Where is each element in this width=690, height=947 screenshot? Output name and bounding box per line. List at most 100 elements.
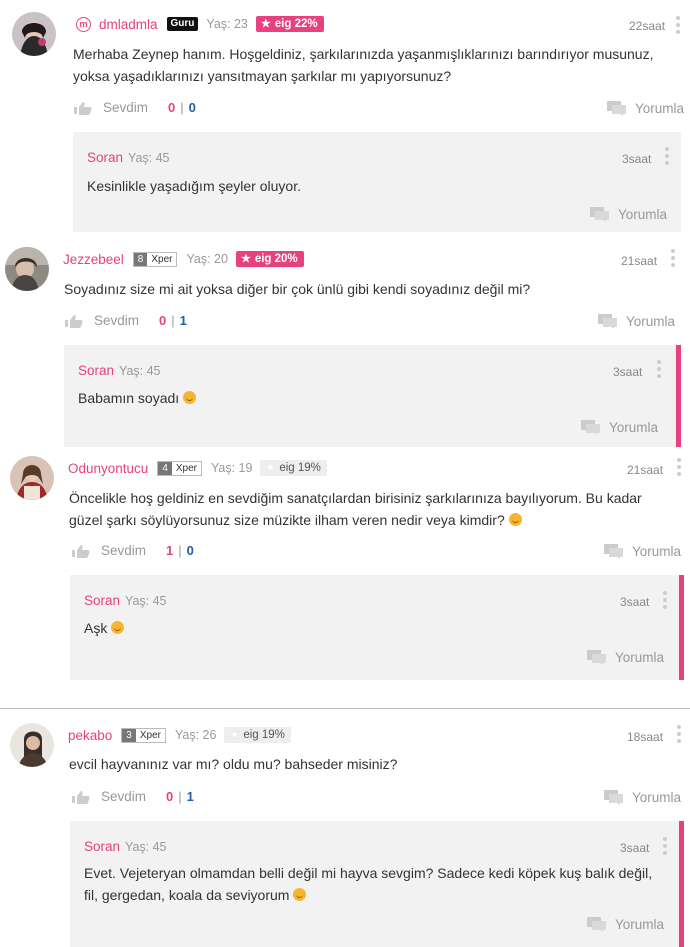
comment-text: Öncelikle hoş geldiniz en sevdiğim sanat… xyxy=(69,487,674,531)
reply-label: Yorumla xyxy=(615,649,665,665)
user-age: Yaş: 26 xyxy=(174,728,217,742)
reply-reply-button[interactable]: Yorumla xyxy=(586,649,664,665)
comment-actions: Sevdim 1 | 0 xyxy=(71,543,194,558)
like-count: 1 xyxy=(166,543,174,558)
comment-icon xyxy=(587,917,606,932)
kebab-menu-icon[interactable] xyxy=(676,458,682,476)
reply-label: Yorumla xyxy=(618,206,668,222)
comment-header: pekabo 3 Xper Yaş: 26 ★ eig 19% xyxy=(68,727,291,743)
avatar[interactable] xyxy=(5,247,49,291)
like-button[interactable] xyxy=(73,101,93,115)
reply-reply-button[interactable]: Yorumla xyxy=(589,206,667,222)
like-button[interactable] xyxy=(71,544,91,558)
user-age: Yaş: 20 xyxy=(186,252,228,266)
thumbs-up-icon xyxy=(74,101,92,115)
eig-badge: ★ eig 20% xyxy=(235,251,304,267)
kebab-menu-icon[interactable] xyxy=(656,360,662,378)
m-logo-icon: m xyxy=(76,16,91,32)
reply-box: Soran Yaş: 45 3saat Kesinlikle yaşadığım… xyxy=(73,132,681,232)
username[interactable]: dmladmla xyxy=(99,17,158,32)
reply-button[interactable]: Yorumla xyxy=(597,313,675,329)
thumbs-up-icon xyxy=(72,790,90,804)
dislike-count: 0 xyxy=(188,100,196,115)
reply-reply-button[interactable]: Yorumla xyxy=(580,419,658,435)
comment-icon xyxy=(604,790,623,805)
comment-actions: Sevdim 0 | 1 xyxy=(71,789,194,804)
reply-label: Yorumla xyxy=(632,543,682,559)
comment-time: 18saat xyxy=(627,730,664,744)
xper-level-badge: 4 Xper xyxy=(157,460,202,476)
reply-text: Kesinlikle yaşadığım şeyler oluyor. xyxy=(87,178,301,194)
eig-value: eig 22% xyxy=(274,17,318,30)
thumbs-up-icon xyxy=(65,314,83,328)
reply-time: 3saat xyxy=(620,595,650,609)
dislike-count: 1 xyxy=(179,313,187,328)
comment-icon xyxy=(587,650,606,665)
reply-text: Babamın soyadı xyxy=(78,387,197,409)
vote-counts: 1 | 0 xyxy=(166,543,194,558)
comment-time: 21saat xyxy=(621,254,658,268)
avatar[interactable] xyxy=(10,456,54,500)
comment-icon xyxy=(604,544,623,559)
username[interactable]: Odunyontucu xyxy=(68,461,148,476)
user-age: Yaş: 19 xyxy=(211,461,253,475)
star-icon: ★ xyxy=(265,462,276,474)
reply-time: 3saat xyxy=(620,841,650,855)
reply-age: Yaş: 45 xyxy=(119,364,161,378)
kebab-menu-icon[interactable] xyxy=(662,591,668,609)
reply-button[interactable]: Yorumla xyxy=(603,543,681,559)
reply-author[interactable]: Soran xyxy=(84,593,120,608)
avatar[interactable] xyxy=(10,723,54,767)
reply-header: Soran Yaş: 45 xyxy=(84,593,167,608)
eig-badge: ★ eig 22% xyxy=(255,16,324,32)
kebab-menu-icon[interactable] xyxy=(662,837,668,855)
like-label[interactable]: Sevdim xyxy=(94,313,139,328)
reply-button[interactable]: Yorumla xyxy=(603,789,681,805)
vote-counts: 0 | 0 xyxy=(168,100,196,115)
username[interactable]: Jezzebeel xyxy=(63,252,124,267)
comment-header: Odunyontucu 4 Xper Yaş: 19 ★ eig 19% xyxy=(68,460,327,476)
like-label[interactable]: Sevdim xyxy=(103,100,148,115)
reply-label: Yorumla xyxy=(615,916,665,932)
like-button[interactable] xyxy=(71,790,91,804)
xper-level: 3 xyxy=(122,728,136,742)
kebab-menu-icon[interactable] xyxy=(676,725,682,743)
smile-emoji-icon xyxy=(183,391,197,404)
kebab-menu-icon[interactable] xyxy=(664,147,670,165)
kebab-menu-icon[interactable] xyxy=(670,249,676,267)
like-button[interactable] xyxy=(64,314,84,328)
comment-icon xyxy=(607,101,626,116)
like-label[interactable]: Sevdim xyxy=(101,789,146,804)
comment-text-content: Öncelikle hoş geldiniz en sevdiğim sanat… xyxy=(69,490,642,528)
comment-text: evcil hayvanınız var mı? oldu mu? bahsed… xyxy=(69,756,398,772)
comment-text: Merhaba Zeynep hanım. Hoşgeldiniz, şarkı… xyxy=(73,46,654,84)
reply-author[interactable]: Soran xyxy=(87,150,123,165)
reply-text-content: Evet. Vejeteryan olmamdan belli değil mi… xyxy=(84,865,653,903)
reply-age: Yaş: 45 xyxy=(128,151,170,165)
reply-reply-button[interactable]: Yorumla xyxy=(586,916,664,932)
reply-button[interactable]: Yorumla xyxy=(606,100,684,116)
reply-author[interactable]: Soran xyxy=(78,363,114,378)
like-label[interactable]: Sevdim xyxy=(101,543,146,558)
reply-text: Evet. Vejeteryan olmamdan belli değil mi… xyxy=(84,862,654,906)
avatar[interactable] xyxy=(12,12,56,56)
kebab-menu-icon[interactable] xyxy=(675,16,681,34)
reply-time: 3saat xyxy=(613,365,643,379)
xper-level-badge: 3 Xper xyxy=(121,727,166,743)
comment-divider xyxy=(0,708,690,709)
reply-box: Soran Yaş: 45 3saat Evet. Vejeteryan olm… xyxy=(70,821,684,947)
reply-box: Soran Yaş: 45 3saat Babamın soyadı Yorum… xyxy=(64,345,681,447)
smile-emoji-icon xyxy=(111,621,125,634)
xper-level: 8 xyxy=(133,252,148,266)
xper-level-badge: 8 Xper xyxy=(132,251,178,267)
like-count: 0 xyxy=(166,789,174,804)
dislike-count: 0 xyxy=(186,543,194,558)
xper-label: Xper xyxy=(135,728,165,742)
star-icon: ★ xyxy=(240,253,251,265)
username[interactable]: pekabo xyxy=(68,728,112,743)
reply-author[interactable]: Soran xyxy=(84,839,120,854)
reply-text-content: Babamın soyadı xyxy=(78,390,180,406)
reply-label: Yorumla xyxy=(635,100,685,116)
comment-time: 22saat xyxy=(629,19,666,33)
eig-badge: ★ eig 19% xyxy=(260,460,327,476)
